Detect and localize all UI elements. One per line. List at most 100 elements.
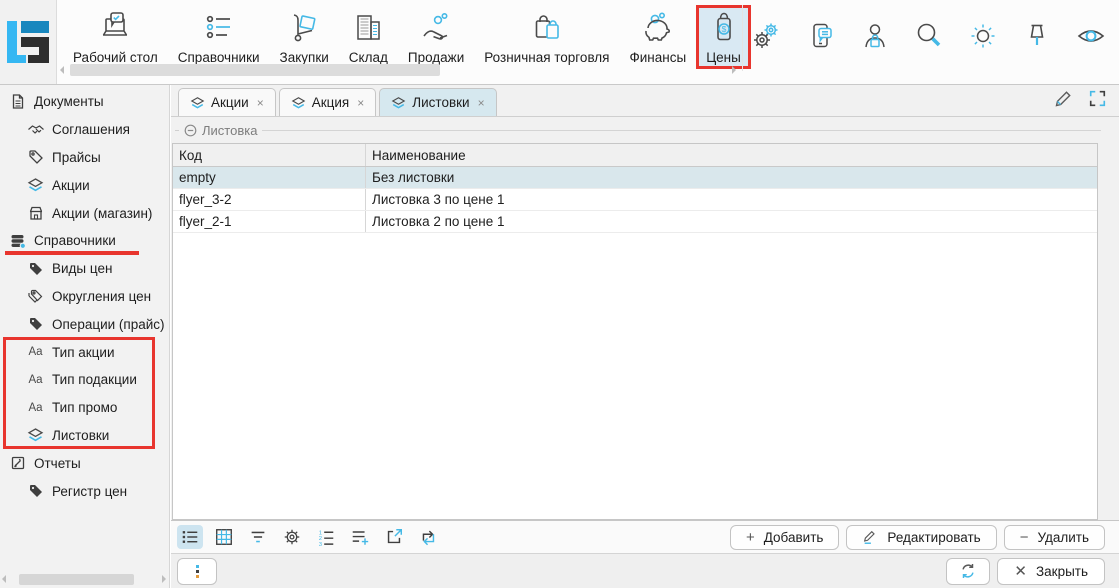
sidebar-item-price-types[interactable]: Виды цен [0,255,169,283]
scroll-right-arrow-icon[interactable] [732,66,736,74]
cell-code[interactable]: flyer_2-1 [173,211,366,232]
annotation-red-box-sidebar [3,337,155,449]
settings-gears-icon[interactable] [752,20,782,52]
tab-flyers[interactable]: Листовки × [379,88,496,116]
tag-filled-icon [26,316,45,332]
module-label: Цены [706,50,741,65]
annotation-red-underline [5,251,139,255]
cell-code[interactable]: empty [173,167,366,188]
toolbar-hscrollbar[interactable] [60,64,736,76]
module-desktop[interactable]: Рабочий стол [63,5,168,69]
grid-view-icon[interactable] [211,525,237,549]
table-row[interactable]: empty Без листовки [173,167,1097,189]
module-retail[interactable]: Розничная торговля [474,5,619,69]
module-finance[interactable]: Финансы [620,5,697,69]
app-logo-area [0,0,57,84]
database-icon [8,233,27,249]
document-icon [8,93,27,110]
refresh-icon [959,562,977,580]
close-button-label: Закрыть [1036,564,1088,579]
sidebar-hscrollbar[interactable] [2,573,166,585]
sidebar-item-label: Соглашения [52,122,130,137]
module-label: Закупки [280,50,329,65]
column-header-name[interactable]: Наименование [366,144,1097,166]
sidebar-item-pricelists[interactable]: Прайсы [0,144,169,172]
tab-close-icon[interactable]: × [478,96,485,110]
minus-icon: − [1020,530,1029,545]
module-catalogs[interactable]: Справочники [168,5,270,69]
add-button-label: Добавить [764,530,824,545]
tab-promotions[interactable]: Акции × [178,88,276,116]
fullscreen-icon[interactable] [1088,89,1107,108]
sidebar-item-price-rounding[interactable]: Округления цен [0,283,169,311]
numbered-list-icon[interactable]: 1 2 3 [313,525,339,549]
sidebar-item-price-register[interactable]: Регистр цен [0,477,169,505]
tag-filled-icon [26,261,45,277]
eye-icon[interactable] [1076,20,1106,52]
sidebar-item-label: Прайсы [52,150,101,165]
more-options-button[interactable] [177,558,217,585]
table-row[interactable]: flyer_3-2 Листовка 3 по цене 1 [173,189,1097,211]
sidebar-item-agreements[interactable]: Соглашения [0,116,169,144]
delete-button[interactable]: − Удалить [1004,525,1105,550]
list-view-icon[interactable] [177,525,203,549]
tab-close-icon[interactable]: × [357,96,364,110]
module-purchases[interactable]: Закупки [270,5,339,69]
catalogs-icon [202,9,236,45]
settings-gear-icon[interactable] [279,525,305,549]
toolbar-divider [742,5,743,71]
handshake-icon [26,122,45,137]
module-label: Финансы [630,50,687,65]
add-button[interactable]: + Добавить [730,525,839,550]
scroll-left-arrow-icon[interactable] [60,66,64,74]
sidebar-item-reports[interactable]: Отчеты [0,449,169,477]
scroll-thumb[interactable] [70,64,440,76]
scroll-thumb[interactable] [19,574,134,585]
tab-close-icon[interactable]: × [257,96,264,110]
close-button[interactable]: ✕ Закрыть [997,558,1105,585]
svg-text:$: $ [721,24,726,34]
layers-icon [291,96,306,110]
sidebar-item-price-operations[interactable]: Операции (прайс) [0,310,169,338]
open-external-icon[interactable] [381,525,407,549]
search-icon[interactable] [914,20,944,52]
sidebar-item-label: Акции (магазин) [52,206,152,221]
collapse-icon[interactable] [184,124,197,137]
sidebar-item-promotions-store[interactable]: Акции (магазин) [0,199,169,227]
filter-icon[interactable] [245,525,271,549]
sidebar-item-documents[interactable]: Документы [0,88,169,116]
sidebar-item-label: Операции (прайс) [52,317,165,332]
phone-message-icon[interactable] [806,20,836,52]
repeat-icon[interactable] [415,525,441,549]
module-sales[interactable]: Продажи [398,5,474,69]
tag-outline-icon [26,149,45,165]
brightness-icon[interactable] [968,20,998,52]
cell-name[interactable]: Листовка 3 по цене 1 [366,189,1097,210]
sidebar-item-label: Регистр цен [52,484,127,499]
pin-icon[interactable] [1022,20,1052,52]
user-lock-icon[interactable] [860,20,890,52]
close-icon: ✕ [1014,564,1027,579]
kebab-menu-icon [196,565,199,578]
edit-pencil-icon[interactable] [1053,88,1074,109]
column-header-code[interactable]: Код [173,144,366,166]
groupbox-title: Листовка [202,123,257,138]
cell-code[interactable]: flyer_3-2 [173,189,366,210]
sidebar-item-promotions[interactable]: Акции [0,171,169,199]
add-to-list-icon[interactable] [347,525,373,549]
table-row[interactable]: flyer_2-1 Листовка 2 по цене 1 [173,211,1097,233]
tags-outline-icon [26,288,45,304]
scroll-left-arrow-icon[interactable] [2,575,6,583]
edit-button[interactable]: Редактировать [846,525,996,550]
layers-icon [26,177,45,193]
refresh-button[interactable] [946,558,990,585]
cell-name[interactable]: Без листовки [366,167,1097,188]
navigation-sidebar: Документы Соглашения Прайсы [0,85,170,588]
tab-label: Листовки [412,95,469,110]
tab-promotion[interactable]: Акция × [279,88,377,116]
module-warehouse[interactable]: Склад [339,5,398,69]
cell-name[interactable]: Листовка 2 по цене 1 [366,211,1097,232]
pencil-icon [862,529,878,545]
app-logo [7,21,49,63]
scroll-right-arrow-icon[interactable] [162,575,166,583]
